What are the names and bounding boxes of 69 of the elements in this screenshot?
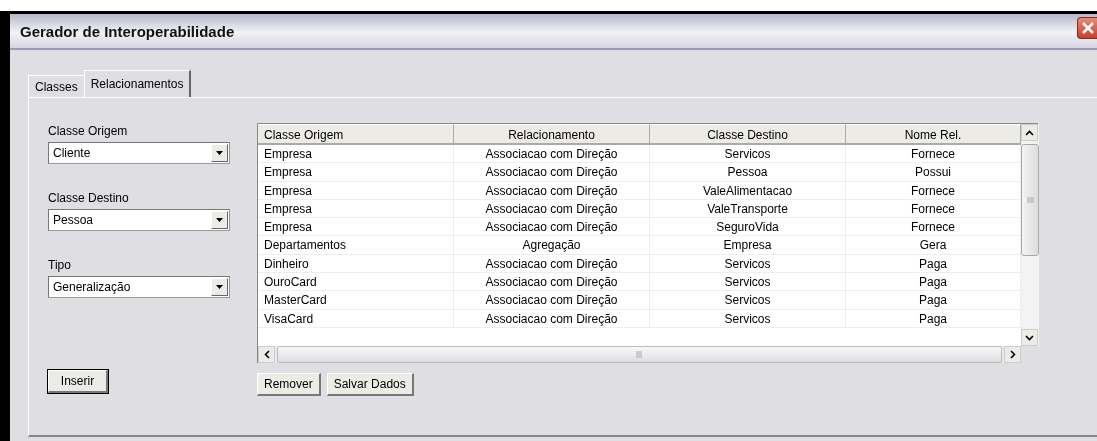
table-cell: Pessoa [650, 163, 846, 182]
table-cell: ValeTransporte [650, 199, 846, 219]
column-header[interactable]: Relacionamento [454, 124, 650, 145]
table-cell: MasterCard [258, 291, 454, 310]
table-cell: Associacao com Direção [454, 273, 650, 292]
dropdown-field[interactable]: Pessoa [48, 209, 230, 231]
chevron-left-icon[interactable] [263, 350, 270, 359]
table-cell: Fornece [846, 218, 1021, 237]
insert-button[interactable]: Inserir [48, 370, 108, 393]
table-cell: Empresa [650, 236, 846, 255]
chevron-down-icon[interactable] [1025, 334, 1034, 341]
close-icon [1080, 21, 1095, 35]
table-cell: Servicos [650, 291, 846, 310]
table-cell: Empresa [258, 145, 454, 164]
table-cell: Servicos [650, 254, 846, 274]
column-header[interactable]: Classe Origem [258, 124, 454, 145]
dropdown-field[interactable]: Cliente [48, 142, 230, 164]
chevron-right-icon[interactable] [1009, 350, 1016, 359]
table-cell: Servicos [650, 309, 846, 328]
table-cell: Gera [846, 236, 1021, 255]
grip-icon [1026, 197, 1034, 203]
close-button[interactable] [1077, 17, 1097, 39]
table-cell: Paga [846, 309, 1021, 328]
table-cell: Associacao com Direção [454, 145, 650, 164]
table-cell: SeguroVida [650, 218, 846, 237]
tab[interactable]: Classes [28, 75, 85, 97]
table-cell: Agregação [454, 236, 650, 255]
window-title: Gerador de Interoperabilidade [19, 22, 235, 40]
field-label: Classe Origem [48, 123, 129, 139]
horizontal-scrollbar[interactable] [258, 346, 1021, 363]
table-cell: Empresa [258, 218, 454, 237]
tab[interactable]: Relacionamentos [83, 70, 192, 97]
table-cell: Departamentos [258, 236, 454, 255]
table-cell: Dinheiro [258, 254, 454, 274]
table-cell: VisaCard [258, 309, 454, 328]
table-cell: Empresa [258, 181, 454, 200]
caret-icon [216, 218, 223, 222]
caret-icon [216, 151, 223, 155]
column-header[interactable]: Nome Rel. [846, 124, 1021, 145]
table-cell: Associacao com Direção [454, 254, 650, 274]
field-label: Tipo [48, 257, 72, 273]
table-cell: OuroCard [258, 273, 454, 292]
table-cell: Associacao com Direção [454, 291, 650, 310]
table-cell: Associacao com Direção [454, 218, 650, 237]
grip-icon [636, 351, 643, 358]
vertical-scrollbar[interactable] [1021, 124, 1039, 346]
table-cell: Empresa [258, 199, 454, 219]
field-label: Classe Destino [48, 190, 130, 206]
table-cell: Empresa [258, 163, 454, 182]
table-cell: Fornece [846, 145, 1021, 164]
column-header[interactable]: Classe Destino [650, 124, 846, 145]
chevron-up-icon[interactable] [1025, 129, 1034, 136]
table-cell: Associacao com Direção [454, 199, 650, 219]
table-cell: Associacao com Direção [454, 309, 650, 328]
table-cell: Servicos [650, 273, 846, 292]
table-cell: Associacao com Direção [454, 181, 650, 200]
table-cell: Paga [846, 254, 1021, 274]
table-cell: Paga [846, 291, 1021, 310]
table-cell: Possui [846, 163, 1021, 182]
table-cell: Paga [846, 273, 1021, 292]
table-cell: Associacao com Direção [454, 163, 650, 182]
table-cell: ValeAlimentacao [650, 181, 846, 200]
caret-icon [216, 285, 223, 289]
table-cell: Fornece [846, 199, 1021, 219]
action-button[interactable]: Salvar Dados [326, 373, 414, 396]
table-cell: Servicos [650, 145, 846, 164]
dropdown-field[interactable]: Generalização [48, 276, 230, 298]
table-cell: Fornece [846, 181, 1021, 200]
action-button[interactable]: Remover [257, 373, 321, 396]
